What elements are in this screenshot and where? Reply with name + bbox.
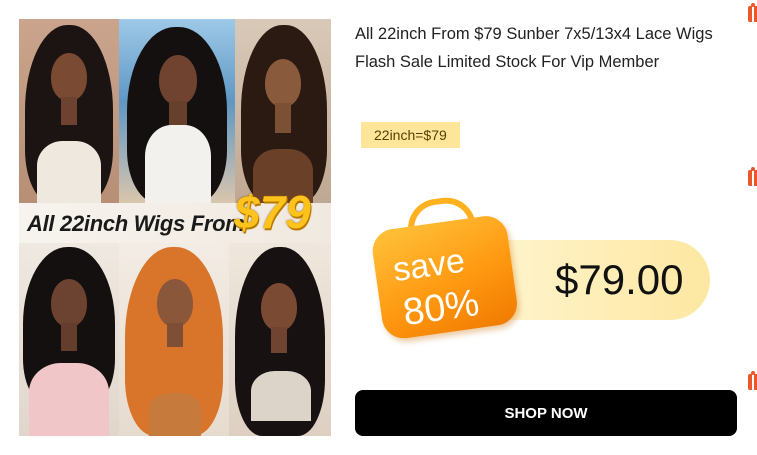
banner-price: $79 [234, 186, 311, 238]
shopping-bag-badge: save 80% [368, 193, 525, 345]
product-title[interactable]: All 22inch From $79 Sunber 7x5/13x4 Lace… [355, 20, 735, 76]
model-photo-1 [19, 19, 119, 203]
product-image[interactable]: All 22inch Wigs From $79 [19, 19, 331, 436]
shopping-bag-icon: save 80% [369, 213, 520, 342]
price-tag-badge: 22inch=$79 [361, 122, 460, 148]
banner-text: All 22inch Wigs From [27, 211, 245, 236]
image-banner: All 22inch Wigs From $79 [19, 186, 331, 243]
model-photo-3 [235, 19, 331, 203]
model-photo-6 [229, 243, 331, 436]
model-photo-5 [119, 243, 229, 436]
save-label: save [390, 241, 468, 290]
discount-percent: 80% [400, 281, 482, 335]
model-photo-4 [19, 243, 119, 436]
shop-now-button[interactable]: SHOP NOW [355, 390, 737, 436]
gift-icon[interactable] [746, 166, 757, 188]
model-photo-2 [119, 19, 235, 203]
gift-icon[interactable] [746, 370, 757, 392]
sale-price: $79.00 [555, 256, 684, 303]
gift-icon[interactable] [746, 2, 757, 24]
